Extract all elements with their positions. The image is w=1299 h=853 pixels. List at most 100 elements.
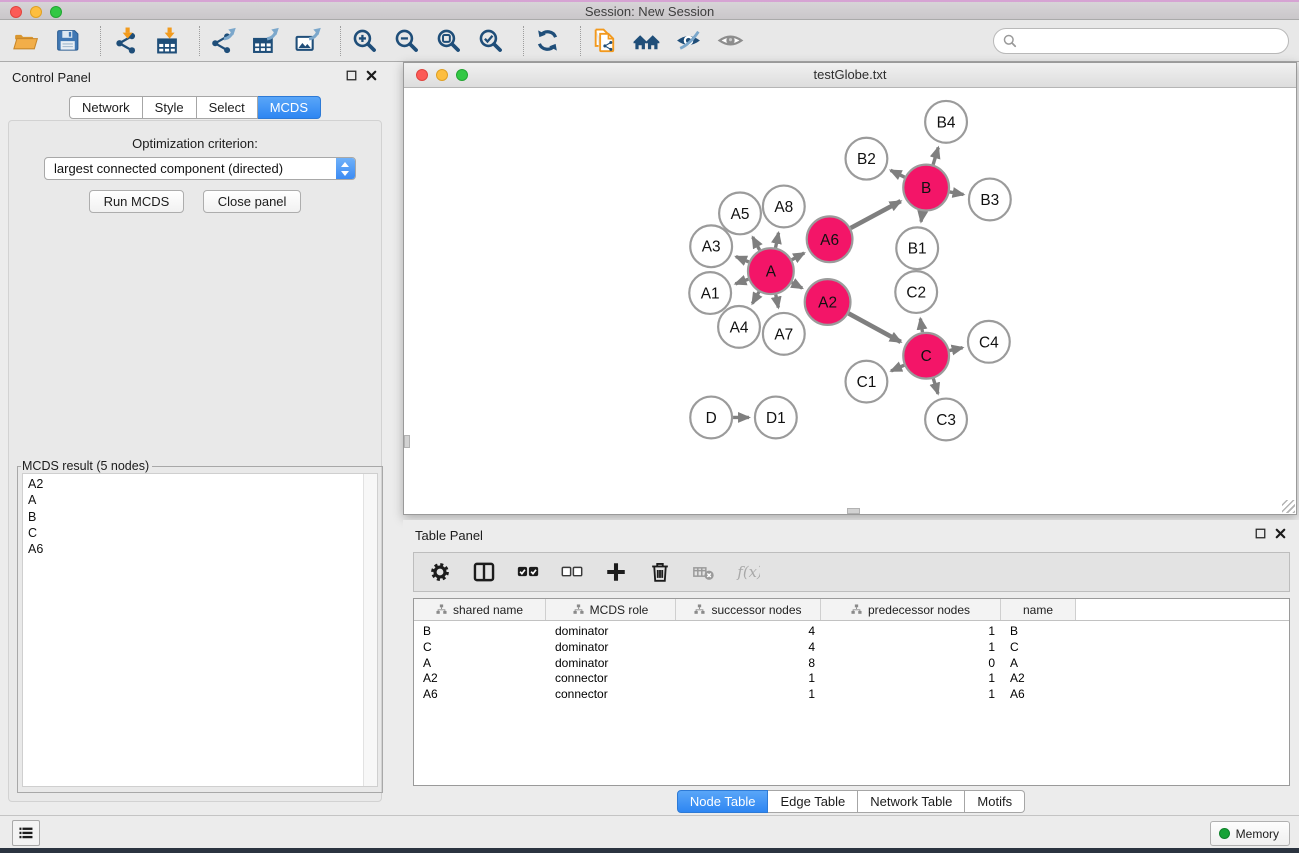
refresh-icon[interactable] [534,27,561,54]
edge-B-B3[interactable] [950,192,964,195]
edge-B-B2[interactable] [891,170,905,177]
edge-A-A3[interactable] [736,257,749,262]
cell-shared-name: A [414,656,546,672]
eye-hide-icon[interactable] [675,27,702,54]
zoom-out-icon[interactable] [393,27,420,54]
network-canvas[interactable]: B4B2BB3A8A5A6A3B1AC2A1A2A4A7C4CC1C3DD1 [404,88,1296,514]
cell-successor-nodes: 1 [676,687,821,703]
network-graph[interactable]: B4B2BB3A8A5A6A3B1AC2A1A2A4A7C4CC1C3DD1 [404,88,1296,514]
node-label-A6: A6 [820,232,839,249]
save-icon[interactable] [54,27,81,54]
split-icon[interactable] [472,560,496,584]
zoom-fit-icon[interactable] [435,27,462,54]
cell-mcds-role: connector [546,671,676,687]
search-input[interactable] [993,28,1289,54]
settings-icon[interactable] [428,560,452,584]
tab-select[interactable]: Select [197,96,258,119]
table-row[interactable]: Bdominator41B [414,624,1289,640]
export-image-icon[interactable] [294,27,321,54]
optimization-criterion-dropdown[interactable]: largest connected component (directed) [44,157,356,180]
status-bar: Memory [0,815,1299,848]
dropdown-stepper-icon[interactable] [336,158,355,179]
export-table-icon[interactable] [252,27,279,54]
table-row[interactable]: A6connector11A6 [414,687,1289,703]
edge-C-C3[interactable] [933,379,938,394]
list-icon [16,823,36,843]
edge-C-C1[interactable] [891,365,904,371]
edge-A-A2[interactable] [792,283,802,289]
edge-C-C2[interactable] [920,319,922,333]
edge-B-B4[interactable] [933,148,938,165]
tab-network[interactable]: Network [69,96,143,119]
cell-name: A6 [1001,687,1076,703]
node-label-C4: C4 [979,334,999,351]
zoom-selected-icon[interactable] [477,27,504,54]
houses-icon[interactable] [633,27,660,54]
resize-grip[interactable] [1282,500,1295,513]
network-view-window: testGlobe.txt B4B2BB3A8A5A6A3B1AC2A1A2A4… [403,62,1297,515]
column-label: successor nodes [711,603,801,617]
vertical-scrollbar-thumb[interactable] [404,435,410,448]
column-header-predecessor-nodes[interactable]: predecessor nodes [821,599,1001,620]
run-mcds-button[interactable]: Run MCDS [89,190,185,213]
mcds-result-list[interactable]: A2ABCA6 [22,473,378,787]
table-row[interactable]: Adominator80A [414,656,1289,672]
edge-A-A4[interactable] [752,292,759,304]
column-header-mcds-role[interactable]: MCDS role [546,599,676,620]
edge-A-A1[interactable] [735,279,748,284]
close-table-panel-icon[interactable] [1274,527,1287,540]
result-item-C[interactable]: C [28,525,377,541]
tab-edge-table[interactable]: Edge Table [768,790,858,813]
cell-predecessor-nodes: 0 [821,656,1001,672]
cell-successor-nodes: 1 [676,671,821,687]
select-all-icon[interactable] [516,560,540,584]
column-header-shared-name[interactable]: shared name [414,599,546,620]
edge-A2-C[interactable] [849,313,901,341]
close-panel-icon[interactable] [365,69,378,82]
export-network-icon[interactable] [210,27,237,54]
column-label: MCDS role [590,603,649,617]
eye-show-icon[interactable] [717,27,744,54]
edge-A6-B[interactable] [851,201,901,228]
result-item-A[interactable]: A [28,492,377,508]
float-panel-icon[interactable] [345,69,358,82]
add-icon[interactable] [604,560,628,584]
import-network-icon[interactable] [111,27,138,54]
column-header-name[interactable]: name [1001,599,1076,620]
node-label-C1: C1 [857,374,877,391]
table-toolbar [413,552,1290,592]
close-panel-button[interactable]: Close panel [203,190,302,213]
table-row[interactable]: A2connector11A2 [414,671,1289,687]
clone-network-icon[interactable] [591,27,618,54]
zoom-in-icon[interactable] [351,27,378,54]
result-item-A6[interactable]: A6 [28,541,377,557]
node-label-A3: A3 [702,239,721,256]
tab-motifs[interactable]: Motifs [965,790,1025,813]
tab-style[interactable]: Style [143,96,197,119]
open-icon[interactable] [12,27,39,54]
edge-A-A8[interactable] [776,233,779,248]
result-item-A2[interactable]: A2 [28,476,377,492]
edge-A-A6[interactable] [792,253,804,260]
edge-A-A5[interactable] [753,237,760,250]
column-header-successor-nodes[interactable]: successor nodes [676,599,821,620]
tab-node-table[interactable]: Node Table [677,790,769,813]
task-history-button[interactable] [12,820,40,846]
tab-mcds[interactable]: MCDS [258,96,321,119]
memory-button[interactable]: Memory [1210,821,1290,846]
result-item-B[interactable]: B [28,509,377,525]
tab-network-table[interactable]: Network Table [858,790,965,813]
edge-C-C4[interactable] [949,348,962,351]
trash-icon[interactable] [648,560,672,584]
horizontal-scrollbar-thumb[interactable] [847,508,860,514]
result-list-scrollbar[interactable] [363,474,377,786]
edge-A-A7[interactable] [776,295,779,308]
cell-mcds-role: dominator [546,640,676,656]
deselect-all-icon[interactable] [560,560,584,584]
table-row[interactable]: Cdominator41C [414,640,1289,656]
import-table-icon[interactable] [153,27,180,54]
edge-B-B1[interactable] [921,211,923,222]
float-table-panel-icon[interactable] [1254,527,1267,540]
network-window-title-bar[interactable]: testGlobe.txt [404,63,1296,88]
memory-label: Memory [1236,827,1279,841]
